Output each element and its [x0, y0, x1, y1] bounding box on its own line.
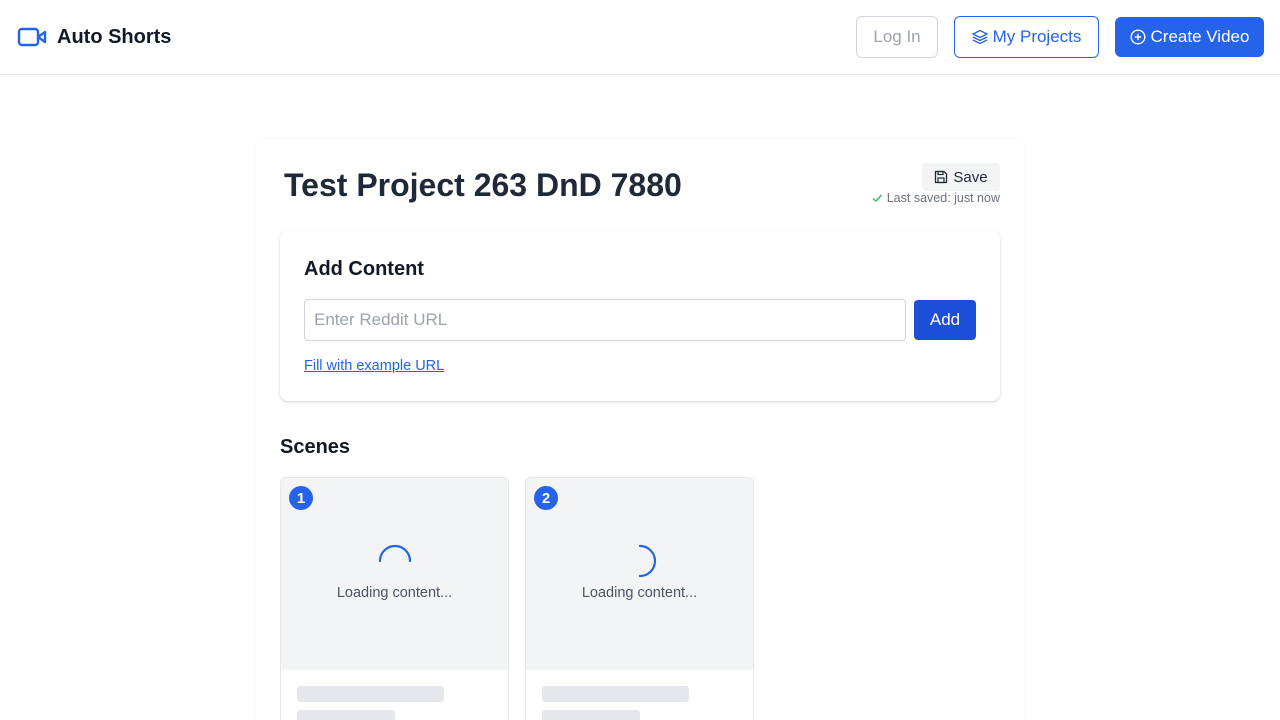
- layers-icon: [971, 29, 988, 45]
- plus-circle-icon: [1130, 29, 1146, 45]
- loading-spinner-icon: [378, 544, 412, 563]
- add-button[interactable]: Add: [914, 300, 976, 340]
- loading-status: Loading content...: [336, 585, 453, 601]
- scenes-title: Scenes: [280, 436, 351, 458]
- skeleton-line: [297, 686, 444, 702]
- last-saved-text: Last saved: just now: [886, 191, 1000, 205]
- loading-spinner-icon: [638, 544, 657, 578]
- scene-number-badge: 2: [534, 486, 558, 510]
- create-video-label: Create Video: [1150, 27, 1250, 46]
- video-camera-icon: [17, 27, 47, 47]
- skeleton-line: [542, 710, 640, 720]
- check-icon: [872, 194, 882, 202]
- brand-name: Auto Shorts: [57, 26, 172, 48]
- scene-preview: 1 Loading content...: [281, 478, 508, 670]
- scene-number-badge: 1: [289, 486, 313, 510]
- top-navbar: Auto Shorts Log In My Projects Create Vi…: [0, 0, 1280, 75]
- project-title[interactable]: Test Project 263 DnD 7880: [284, 165, 682, 205]
- add-content-title: Add Content: [304, 258, 424, 280]
- skeleton-line: [542, 686, 689, 702]
- my-projects-label: My Projects: [992, 27, 1082, 46]
- loading-status: Loading content...: [581, 585, 698, 601]
- save-icon: [935, 170, 948, 184]
- scene-preview: 2 Loading content...: [526, 478, 753, 670]
- brand[interactable]: Auto Shorts: [17, 25, 171, 49]
- skeleton-line: [297, 710, 395, 720]
- login-button[interactable]: Log In: [856, 16, 938, 58]
- last-saved-status: Last saved: just now: [871, 191, 1000, 205]
- my-projects-button[interactable]: My Projects: [954, 16, 1099, 58]
- fill-example-url-link[interactable]: Fill with example URL: [304, 358, 444, 374]
- scene-card[interactable]: 2 Loading content...: [525, 477, 754, 720]
- create-video-button[interactable]: Create Video: [1115, 17, 1264, 57]
- scene-card[interactable]: 1 Loading content...: [280, 477, 509, 720]
- save-label: Save: [953, 168, 988, 186]
- save-button[interactable]: Save: [922, 163, 1000, 191]
- reddit-url-input[interactable]: [304, 299, 906, 341]
